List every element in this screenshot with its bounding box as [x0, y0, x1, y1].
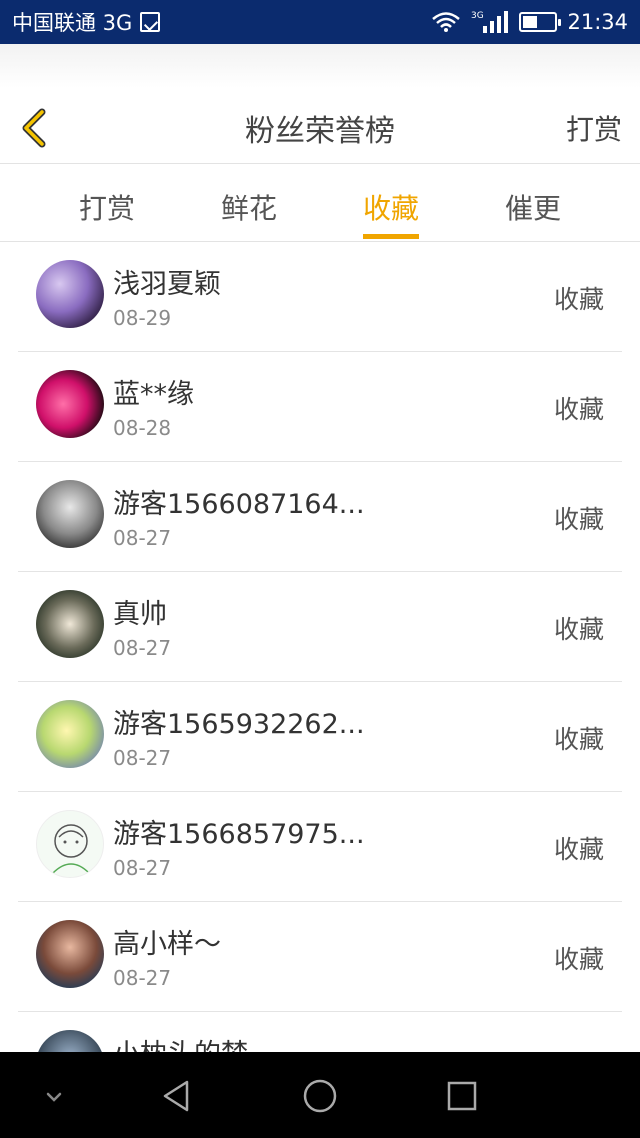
battery-icon [519, 12, 562, 32]
fan-list: 浅羽夏颖 08-29 收藏 蓝**缘 08-28 收藏 游客1566087164… [0, 242, 640, 1122]
system-navigation-bar [0, 1052, 640, 1138]
wifi-icon [432, 12, 461, 32]
network-type-label: 3G [471, 11, 484, 21]
fan-name: 游客1565932262... [113, 709, 365, 740]
fan-date: 08-27 [113, 856, 172, 880]
avatar [36, 260, 104, 328]
status-right: 3G 21:34 [431, 9, 628, 35]
status-left: 中国联通 3G [12, 7, 161, 37]
fan-date: 08-27 [113, 636, 172, 660]
avatar [36, 920, 104, 988]
action-type-label: 收藏 [553, 395, 604, 424]
fan-name: 游客1566857975... [113, 819, 365, 850]
top-spacer [0, 44, 640, 88]
list-item[interactable]: 浅羽夏颖 08-29 收藏 [18, 242, 622, 352]
recent-apps-icon[interactable] [440, 1074, 484, 1118]
list-item[interactable]: 真帅 08-27 收藏 [18, 572, 622, 682]
default-avatar-icon [52, 824, 90, 874]
avatar [36, 700, 104, 768]
list-item[interactable]: 游客1566857975... 08-27 收藏 [18, 792, 622, 902]
screenshot-notification-icon [140, 12, 161, 32]
tab-flowers[interactable]: 鲜花 [221, 187, 277, 227]
avatar [36, 370, 104, 438]
active-tab-indicator [363, 234, 419, 239]
action-type-label: 收藏 [553, 285, 604, 314]
list-item[interactable]: 蓝**缘 08-28 收藏 [18, 352, 622, 462]
tab-reward[interactable]: 打赏 [79, 187, 135, 227]
page-title: 粉丝荣誉榜 [245, 114, 395, 149]
fan-date: 08-27 [113, 526, 172, 550]
action-type-label: 收藏 [553, 615, 604, 644]
fan-name: 蓝**缘 [113, 379, 194, 410]
clock-label: 21:34 [567, 10, 628, 34]
list-item[interactable]: 游客1566087164... 08-27 收藏 [18, 462, 622, 572]
action-type-label: 收藏 [553, 835, 604, 864]
home-circle-icon[interactable] [298, 1074, 342, 1118]
action-type-label: 收藏 [553, 505, 604, 534]
app-header: 粉丝荣誉榜 打赏 [0, 88, 640, 164]
list-item[interactable]: 游客1565932262... 08-27 收藏 [18, 682, 622, 792]
reward-button[interactable]: 打赏 [566, 108, 622, 148]
back-triangle-icon[interactable] [155, 1074, 199, 1118]
fan-name: 高小样～ [113, 929, 221, 960]
avatar [36, 810, 104, 878]
list-item[interactable]: 高小样～ 08-27 收藏 [18, 902, 622, 1012]
fan-date: 08-29 [113, 306, 172, 330]
tab-urge-update[interactable]: 催更 [505, 187, 561, 227]
fan-date: 08-28 [113, 416, 172, 440]
signal-icon: 3G [471, 11, 509, 33]
fan-date: 08-27 [113, 966, 172, 990]
fan-name: 浅羽夏颖 [113, 269, 221, 300]
fan-name: 真帅 [113, 599, 167, 630]
fan-date: 08-27 [113, 746, 172, 770]
status-bar: 中国联通 3G 3G 21:34 [0, 0, 640, 44]
action-type-label: 收藏 [553, 945, 604, 974]
action-type-label: 收藏 [553, 725, 604, 754]
carrier-label: 中国联通 3G [12, 11, 133, 35]
avatar [36, 480, 104, 548]
avatar [36, 590, 104, 658]
fan-name: 游客1566087164... [113, 489, 365, 520]
chevron-down-icon[interactable] [32, 1074, 76, 1118]
tab-bar: 打赏 鲜花 收藏 催更 [0, 165, 640, 242]
tab-collect[interactable]: 收藏 [363, 187, 419, 227]
